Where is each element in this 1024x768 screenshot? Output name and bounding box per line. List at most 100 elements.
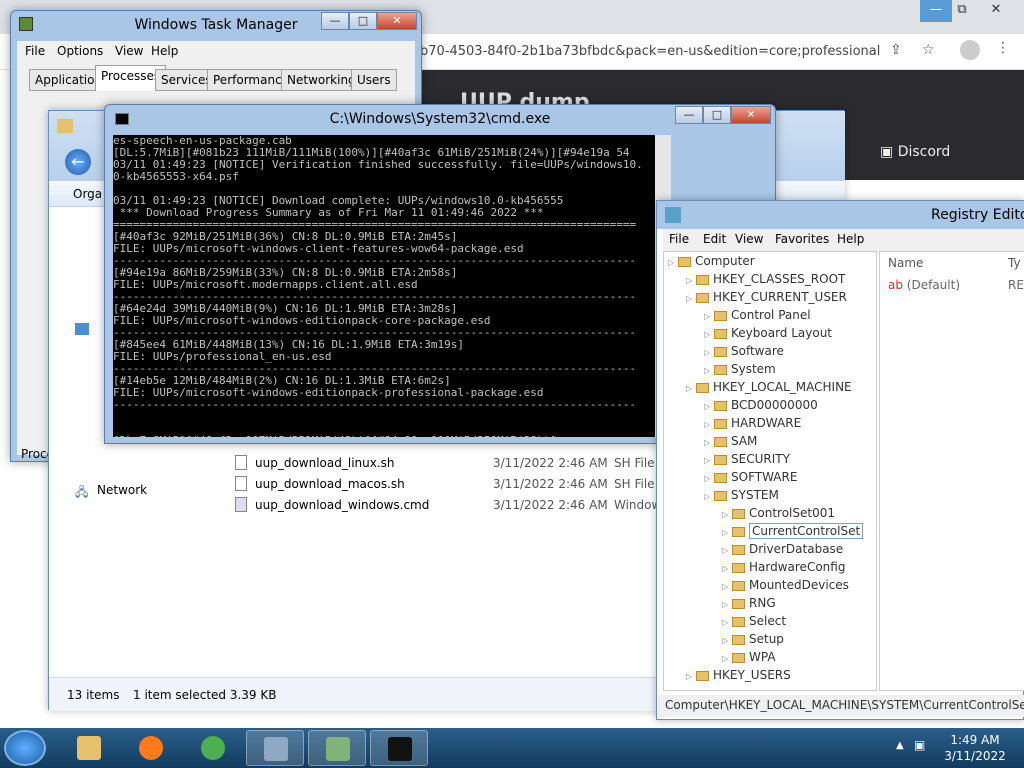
menu-help[interactable]: Help (837, 232, 864, 246)
discord-link[interactable]: ▣ Discord (880, 144, 950, 160)
menu-view[interactable]: View (735, 232, 763, 246)
share-icon[interactable]: ⇪ (890, 42, 902, 58)
folder-icon (714, 490, 727, 501)
tab-users[interactable]: Users (351, 69, 397, 91)
expand-arrow-icon[interactable]: ▷ (722, 636, 732, 645)
discord-label: Discord (897, 144, 951, 160)
registry-tree-node[interactable]: ▷ System (704, 362, 776, 380)
registry-tree-node[interactable]: ▷ SOFTWARE (704, 470, 797, 488)
minimize-button[interactable]: — (321, 12, 349, 30)
maximize-button[interactable]: □ (349, 12, 377, 30)
registry-tree-node[interactable]: ▷ HARDWARE (704, 416, 801, 434)
registry-tree-node[interactable]: ▷ ControlSet001 (722, 506, 835, 524)
menu-help[interactable]: Help (151, 44, 178, 58)
menu-favorites[interactable]: Favorites (775, 232, 829, 246)
maximize-button[interactable]: □ (703, 106, 731, 124)
taskmgr-icon[interactable] (246, 730, 304, 766)
registry-tree-node[interactable]: ▷ MountedDevices (722, 578, 849, 596)
tree-node-label: BCD00000000 (731, 398, 818, 412)
close-button[interactable]: ✕ (731, 106, 771, 124)
expand-arrow-icon[interactable]: ▷ (686, 672, 696, 681)
expand-arrow-icon[interactable]: ▷ (722, 546, 732, 555)
registry-tree-node[interactable]: ▷ SYSTEM (704, 488, 779, 506)
expand-arrow-icon[interactable]: ▷ (722, 510, 732, 519)
expand-arrow-icon[interactable]: ▷ (722, 618, 732, 627)
address-bar[interactable]: b70-4503-84f0-2b1ba73bfbdc&pack=en-us&ed… (420, 44, 880, 59)
registry-tree-node[interactable]: ▷ HKEY_CURRENT_USER (686, 290, 847, 308)
cmd-icon[interactable] (370, 730, 428, 766)
registry-tree-node[interactable]: ▷ BCD00000000 (704, 398, 818, 416)
expand-arrow-icon[interactable]: ▷ (704, 492, 714, 501)
expand-arrow-icon[interactable]: ▷ (704, 312, 714, 321)
console-output[interactable]: es-speech-en-us-package.cab [DL:5.7MiB][#… (113, 135, 655, 437)
expand-arrow-icon[interactable]: ▷ (668, 258, 678, 267)
registry-tree-node[interactable]: ▷ WPA (722, 650, 776, 668)
registry-tree-node[interactable]: ▷ Computer (668, 254, 755, 272)
restore-button[interactable]: ⧉ (946, 0, 978, 22)
expand-arrow-icon[interactable]: ▷ (704, 438, 714, 447)
expand-arrow-icon[interactable]: ▷ (704, 456, 714, 465)
registry-tree-node[interactable]: ▷ Select (722, 614, 786, 632)
value-row[interactable]: ab (Default) (888, 278, 960, 292)
expand-arrow-icon[interactable]: ▷ (704, 474, 714, 483)
folder-icon (696, 382, 709, 393)
registry-tree-node[interactable]: ▷ DriverDatabase (722, 542, 843, 560)
minimize-button[interactable]: — (675, 106, 703, 124)
tray-expand-icon[interactable]: ▲ (896, 740, 904, 751)
regedit-icon[interactable] (308, 730, 366, 766)
registry-tree-node[interactable]: ▷ Software (704, 344, 784, 362)
registry-tree-node[interactable]: ▷ Keyboard Layout (704, 326, 832, 344)
column-name-header[interactable]: Name (888, 256, 923, 270)
expand-arrow-icon[interactable]: ▷ (686, 294, 696, 303)
expand-arrow-icon[interactable]: ▷ (704, 330, 714, 339)
registry-tree-node[interactable]: ▷ HardwareConfig (722, 560, 845, 578)
registry-tree: ▷ Computer ▷ HKEY_CLASSES_ROOT ▷ HKEY_CURRENT… (663, 251, 877, 691)
registry-tree-node[interactable]: ▷ RNG (722, 596, 776, 614)
expand-arrow-icon[interactable]: ▷ (722, 528, 732, 537)
expand-arrow-icon[interactable]: ▷ (722, 654, 732, 663)
back-arrow-icon[interactable]: ← (65, 149, 91, 175)
close-button[interactable]: ✕ (377, 12, 417, 30)
registry-tree-node[interactable]: ▷ Setup (722, 632, 784, 650)
bookmark-star-icon[interactable]: ☆ (922, 42, 935, 58)
menu-view[interactable]: View (115, 44, 143, 58)
registry-tree-node[interactable]: ▷ HKEY_USERS (686, 668, 791, 686)
tab-networking[interactable]: Networking (281, 69, 362, 91)
expand-arrow-icon[interactable]: ▷ (722, 564, 732, 573)
expand-arrow-icon[interactable]: ▷ (722, 600, 732, 609)
expand-arrow-icon[interactable]: ▷ (686, 276, 696, 285)
expand-arrow-icon[interactable]: ▷ (722, 582, 732, 591)
registry-tree-node[interactable]: ▷ SECURITY (704, 452, 790, 470)
registry-tree-node[interactable]: ▷ HKEY_LOCAL_MACHINE (686, 380, 852, 398)
close-button[interactable]: ✕ (980, 0, 1012, 22)
expand-arrow-icon[interactable]: ▷ (704, 348, 714, 357)
system-clock[interactable]: 1:49 AM 3/11/2022 (940, 732, 1010, 764)
nav-network[interactable]: Network (97, 483, 147, 497)
expand-arrow-icon[interactable]: ▷ (704, 402, 714, 411)
registry-tree-node[interactable]: ▷ SAM (704, 434, 757, 452)
chrome-icon[interactable] (184, 730, 242, 766)
expand-arrow-icon[interactable]: ▷ (704, 366, 714, 375)
profile-icon[interactable] (960, 40, 980, 60)
explorer-icon[interactable] (60, 730, 118, 766)
tree-node-label: SYSTEM (731, 488, 779, 502)
console-line: ----------------------------------------… (113, 398, 637, 411)
menu-file[interactable]: File (25, 44, 45, 58)
folder-icon (57, 119, 73, 133)
menu-edit[interactable]: Edit (703, 232, 726, 246)
column-type-header[interactable]: Ty (1008, 256, 1021, 270)
registry-tree-node[interactable]: ▷ HKEY_CLASSES_ROOT (686, 272, 845, 290)
registry-tree-node[interactable]: ▷ Control Panel (704, 308, 811, 326)
firefox-icon[interactable] (122, 730, 180, 766)
tree-node-label: RNG (749, 596, 776, 610)
start-button[interactable] (4, 730, 46, 766)
menu-kebab-icon[interactable]: ⋮ (996, 40, 1010, 56)
menu-file[interactable]: File (669, 232, 689, 246)
organize-button[interactable]: Orga (73, 187, 102, 201)
menu-options[interactable]: Options (57, 44, 103, 58)
expand-arrow-icon[interactable]: ▷ (704, 420, 714, 429)
registry-tree-node[interactable]: ▷ CurrentControlSet (722, 523, 864, 542)
network-tray-icon[interactable]: ▣ (914, 738, 925, 752)
firefox-icon-glyph (139, 736, 163, 760)
expand-arrow-icon[interactable]: ▷ (686, 384, 696, 393)
